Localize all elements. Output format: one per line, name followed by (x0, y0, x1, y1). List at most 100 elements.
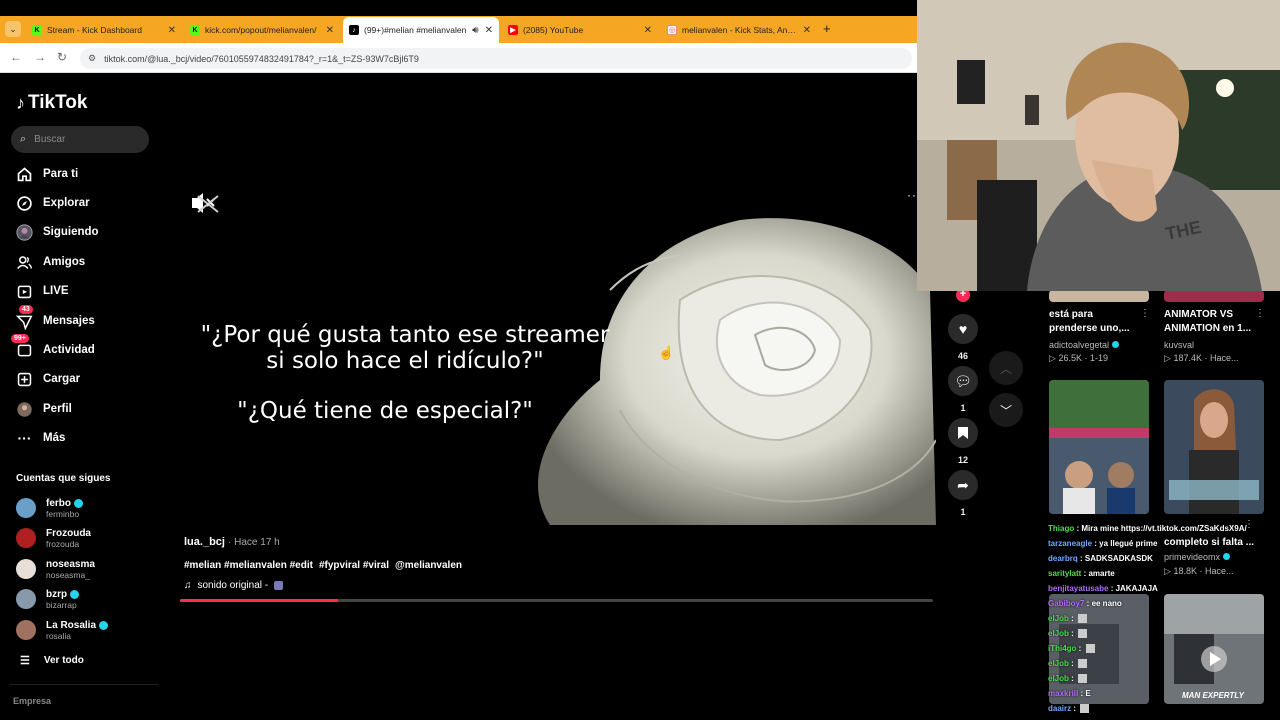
account-handle: noseasma_ (46, 569, 90, 580)
see-all-button[interactable]: ☰ Ver todo (20, 654, 84, 667)
nav-label: Perfil (43, 403, 72, 415)
comment-icon: 💬︎ (948, 366, 978, 396)
suggested-title[interactable]: está para prenderse uno,... (1049, 308, 1130, 336)
tab-youtube[interactable]: ▶ (2085) YouTube ✕ (502, 19, 658, 41)
site-info-icon[interactable]: ⚙ (88, 53, 96, 64)
url-field[interactable]: ⚙ tiktok.com/@lua._bcj/video/76010559748… (80, 48, 912, 69)
nav-explorar[interactable]: Explorar (15, 192, 90, 214)
sound-link[interactable]: ♫ sonido original - (184, 580, 284, 591)
tab-close-icon[interactable]: ✕ (326, 25, 334, 36)
upload-icon (15, 370, 34, 389)
hashtag-link[interactable]: #fypviral #viral (319, 560, 389, 571)
following-item-la-rosalia[interactable]: La Rosalia rosalia (16, 618, 109, 642)
following-item-frozouda[interactable]: Frozouda frozouda (16, 526, 91, 550)
chat-message: benjitayatusabe : JAKAJAJA (1048, 584, 1158, 593)
nav-mensajes[interactable]: 43 Mensajes (15, 304, 95, 332)
tab-close-icon[interactable]: ✕ (485, 25, 493, 36)
chat-message: elJob : (1048, 626, 1280, 641)
streamer-webcam-image: THE (917, 0, 1280, 291)
emote-icon (1085, 644, 1095, 654)
nav-mas[interactable]: ··· Más (15, 427, 66, 449)
video-caption-line3: "¿Qué tiene de especial?" (237, 398, 533, 424)
suggested-title[interactable]: ANIMATOR VS ANIMATION en 1... (1164, 308, 1251, 336)
share-button[interactable]: ➦ 1 (948, 470, 978, 517)
like-button[interactable]: ♥ 46 (948, 314, 978, 361)
like-count: 46 (957, 351, 968, 361)
nav-perfil[interactable]: Perfil (15, 398, 72, 420)
comment-button[interactable]: 💬︎ 1 (948, 366, 978, 413)
account-handle: ferminbo (46, 508, 80, 519)
suggested-author[interactable]: adictoalvegetal (1049, 340, 1119, 350)
previous-video-button[interactable]: ︿ (989, 351, 1023, 385)
video-thumbnail[interactable] (1049, 290, 1149, 302)
nav-amigos[interactable]: Amigos (15, 251, 85, 273)
tab-search-icon[interactable]: ⌄ (5, 21, 21, 37)
stream-chat-overlay: Thiago : Mira mine https://vt.tiktok.com… (1048, 521, 1280, 716)
comment-count: 1 (960, 403, 966, 413)
tab-kick-stats[interactable]: ◎ melianvalen - Kick Stats, Analyt ✕ (661, 19, 817, 41)
activity-badge: 99+ (11, 333, 29, 343)
new-tab-button[interactable]: + (823, 21, 831, 36)
nav-para-ti[interactable]: Para ti (15, 163, 78, 185)
chat-message: iThi4go : (1048, 641, 1280, 656)
video-author[interactable]: lua._bcj · Hace 17 h (184, 536, 280, 548)
url-text: tiktok.com/@lua._bcj/video/7601055974832… (104, 53, 419, 64)
mention-link[interactable]: @melianvalen (395, 560, 462, 571)
following-item-ferbo[interactable]: ferbo ferminbo (16, 496, 83, 520)
profile-icon (15, 400, 34, 419)
nav-cargar[interactable]: Cargar (15, 368, 80, 390)
mute-icon[interactable] (190, 190, 220, 216)
account-name: La Rosalia (46, 619, 97, 631)
tab-close-icon[interactable]: ✕ (803, 25, 811, 36)
next-video-button[interactable]: ﹀ (989, 393, 1023, 427)
more-options-icon[interactable]: ⋮ (1255, 308, 1265, 319)
following-avatar-icon (15, 223, 34, 242)
avatar (16, 528, 36, 548)
suggested-meta: ▷ 187.4K · Hace... (1164, 353, 1239, 363)
more-options-icon[interactable]: ⋮ (1140, 308, 1150, 319)
back-icon[interactable]: ← (10, 50, 22, 64)
share-icon: ➦ (948, 470, 978, 500)
speaker-icon[interactable]: 🔊︎ (472, 25, 478, 36)
share-count: 1 (960, 507, 966, 517)
tab-tiktok-active[interactable]: ♪ (99+)#melian #melianvalen 🔊︎ ✕ (343, 17, 499, 43)
tab-close-icon[interactable]: ✕ (168, 25, 176, 36)
nav-label: Explorar (43, 197, 90, 209)
forward-icon[interactable]: → (34, 50, 46, 64)
sound-thumb-icon (274, 581, 284, 590)
nav-siguiendo[interactable]: Siguiendo (15, 221, 99, 243)
author-name[interactable]: lua._bcj (184, 536, 225, 548)
youtube-favicon-icon: ▶ (508, 25, 518, 35)
reload-icon[interactable]: ↻ (57, 50, 67, 64)
nav-actividad[interactable]: 99+ Actividad (11, 333, 95, 361)
video-thumbnail[interactable] (1049, 380, 1149, 514)
tab-kick-popout[interactable]: K kick.com/popout/melianvalen/ ✕ (184, 19, 340, 41)
video-progress-bar[interactable] (180, 599, 933, 602)
chat-message: saritylatt : amarte (1048, 569, 1115, 578)
company-link[interactable]: Empresa (13, 696, 51, 706)
tab-close-icon[interactable]: ✕ (644, 25, 652, 36)
suggested-author[interactable]: kuvsval (1164, 340, 1194, 350)
tab-kick-dashboard[interactable]: K Stream - Kick Dashboard ✕ (26, 19, 182, 41)
avatar (16, 559, 36, 579)
browser-top-strip (0, 0, 917, 16)
following-item-bzrp[interactable]: bzrp bizarrap (16, 587, 80, 611)
tab-title: (2085) YouTube (523, 25, 584, 35)
nav-label: Cargar (43, 373, 81, 385)
messages-badge: 43 (19, 304, 33, 314)
nav-live[interactable]: LIVE (15, 280, 69, 302)
tiktok-logo[interactable]: ♪ TikTok (16, 92, 87, 114)
video-thumbnail[interactable] (1164, 290, 1264, 302)
save-button[interactable]: 12 (948, 418, 978, 465)
following-item-noseasma[interactable]: noseasma noseasma_ (16, 557, 95, 581)
heart-icon: ♥ (948, 314, 978, 344)
account-handle: bizarrap (46, 599, 77, 610)
tab-title: melianvalen - Kick Stats, Analyt (682, 25, 797, 35)
video-thumbnail[interactable] (1164, 380, 1264, 514)
search-input[interactable]: ⌕ Buscar (11, 126, 149, 153)
interview-thumbnail (1164, 380, 1264, 514)
hashtag-link[interactable]: #melian #melianvalen #edit (184, 560, 313, 571)
logo-text: TikTok (28, 92, 88, 113)
account-name: Frozouda (46, 527, 91, 539)
webcam-overlay: THE (917, 0, 1280, 291)
